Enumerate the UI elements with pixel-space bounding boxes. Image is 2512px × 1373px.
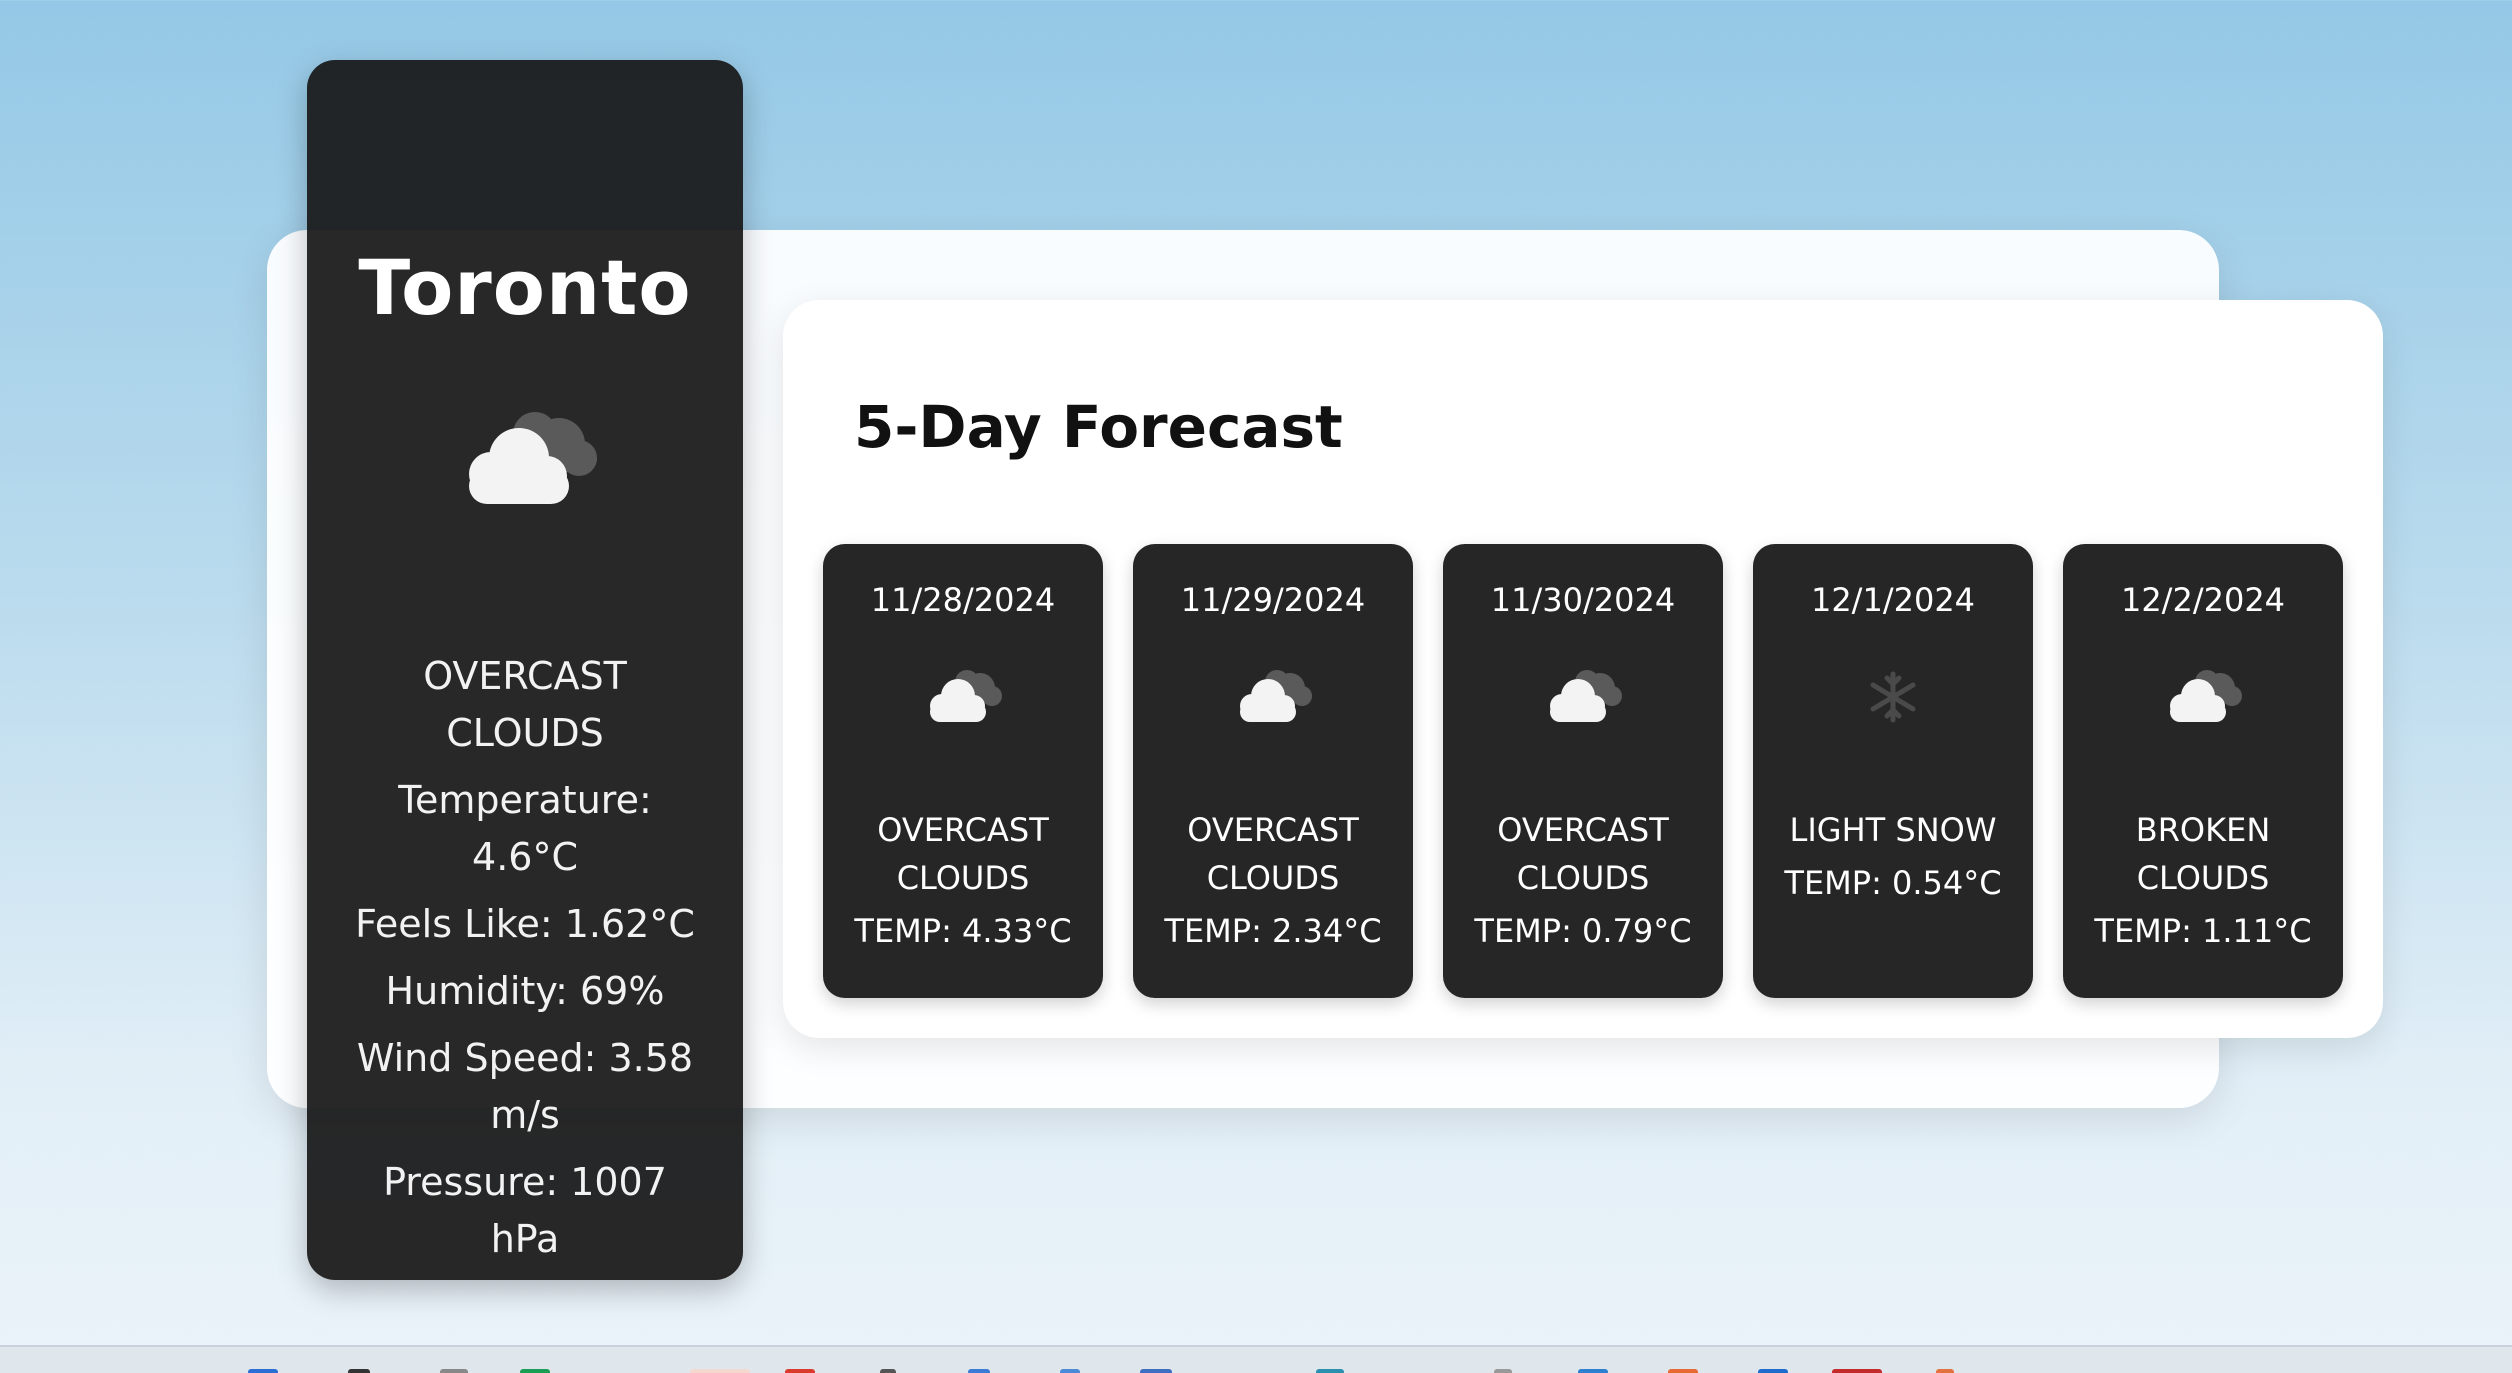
forecast-description: OVERCAST CLOUDS bbox=[1187, 811, 1359, 897]
forecast-day-card: 11/29/2024 OVERCAST CLOUDS Temp: 2.34°C bbox=[1133, 544, 1413, 998]
edge-icon[interactable] bbox=[520, 1369, 550, 1373]
city-name: Toronto bbox=[358, 243, 692, 332]
file-explorer-icon[interactable] bbox=[440, 1369, 468, 1373]
forecast-day-card: 12/2/2024 BROKEN CLOUDS Temp: 1.11°C bbox=[2063, 544, 2343, 998]
forecast-description-block: OVERCAST CLOUDS Temp: 2.34°C bbox=[1153, 806, 1393, 960]
app-icon[interactable] bbox=[1936, 1369, 1954, 1373]
forecast-description-block: OVERCAST CLOUDS Temp: 4.33°C bbox=[843, 806, 1083, 960]
cloud-icon bbox=[1550, 670, 1622, 722]
forecast-day-card: 12/1/2024 LIGHT SNOW Temp: 0.54°C bbox=[1753, 544, 2033, 998]
feels-like-value: Feels Like: 1.62°C bbox=[355, 902, 695, 946]
wind-speed-value: Wind Speed: 3.58 m/s bbox=[356, 1036, 694, 1137]
app-icon[interactable] bbox=[1494, 1369, 1512, 1373]
app-icon[interactable] bbox=[1316, 1369, 1344, 1373]
cloud-icon bbox=[2170, 670, 2242, 722]
forecast-panel: 5-Day Forecast 11/28/2024 OVERCAST CLOUD… bbox=[783, 300, 2383, 1038]
windows-icon[interactable] bbox=[248, 1369, 278, 1373]
forecast-date: 12/1/2024 bbox=[1810, 581, 1976, 619]
forecast-description: LIGHT SNOW bbox=[1789, 811, 1997, 849]
vscode-icon[interactable] bbox=[1578, 1369, 1608, 1373]
app-icon[interactable] bbox=[1832, 1369, 1882, 1373]
cloud-icon bbox=[1240, 670, 1312, 722]
forecast-description-block: LIGHT SNOW Temp: 0.54°C bbox=[1773, 806, 2013, 912]
forecast-date: 11/29/2024 bbox=[1180, 581, 1366, 619]
current-weather-card: Toronto OVERCAST CLOUDS Temperature: 4.6… bbox=[307, 60, 743, 1280]
app-icon[interactable] bbox=[1758, 1369, 1788, 1373]
app-icon[interactable] bbox=[1668, 1369, 1698, 1373]
forecast-temperature: Temp: 1.11°C bbox=[2094, 912, 2312, 950]
forecast-title: 5-Day Forecast bbox=[854, 393, 1343, 461]
chrome-icon[interactable] bbox=[785, 1369, 815, 1373]
search-icon[interactable] bbox=[348, 1369, 370, 1373]
terminal-icon[interactable] bbox=[1140, 1369, 1172, 1373]
forecast-description-block: OVERCAST CLOUDS Temp: 0.79°C bbox=[1463, 806, 1703, 960]
temperature-value: Temperature: 4.6°C bbox=[398, 778, 652, 879]
humidity-value: Humidity: 69% bbox=[385, 969, 665, 1013]
snowflake-icon bbox=[1870, 671, 1916, 723]
forecast-temperature: Temp: 2.34°C bbox=[1164, 912, 1382, 950]
forecast-description: BROKEN CLOUDS bbox=[2135, 811, 2271, 897]
forecast-description: OVERCAST CLOUDS bbox=[1497, 811, 1669, 897]
taskbar bbox=[0, 1345, 2512, 1373]
cloud-icon bbox=[469, 412, 597, 504]
app-icon[interactable] bbox=[968, 1369, 990, 1373]
current-weather-details: OVERCAST CLOUDS Temperature: 4.6°C Feels… bbox=[347, 648, 703, 1278]
forecast-day-card: 11/28/2024 OVERCAST CLOUDS Temp: 4.33°C bbox=[823, 544, 1103, 998]
forecast-date: 12/2/2024 bbox=[2120, 581, 2286, 619]
app-icon[interactable] bbox=[690, 1369, 750, 1373]
forecast-day-card: 11/30/2024 OVERCAST CLOUDS Temp: 0.79°C bbox=[1443, 544, 1723, 998]
pressure-value: Pressure: 1007 hPa bbox=[383, 1160, 667, 1261]
forecast-description-block: BROKEN CLOUDS Temp: 1.11°C bbox=[2083, 806, 2323, 960]
forecast-temperature: Temp: 0.79°C bbox=[1474, 912, 1692, 950]
app-icon[interactable] bbox=[880, 1369, 896, 1373]
forecast-description: OVERCAST CLOUDS bbox=[877, 811, 1049, 897]
mail-icon[interactable] bbox=[1060, 1369, 1080, 1373]
forecast-date: 11/28/2024 bbox=[870, 581, 1056, 619]
forecast-date: 11/30/2024 bbox=[1490, 581, 1676, 619]
weather-description: OVERCAST CLOUDS bbox=[423, 654, 627, 755]
forecast-temperature: Temp: 4.33°C bbox=[854, 912, 1072, 950]
forecast-temperature: Temp: 0.54°C bbox=[1784, 864, 2002, 902]
cloud-icon bbox=[930, 670, 1002, 722]
